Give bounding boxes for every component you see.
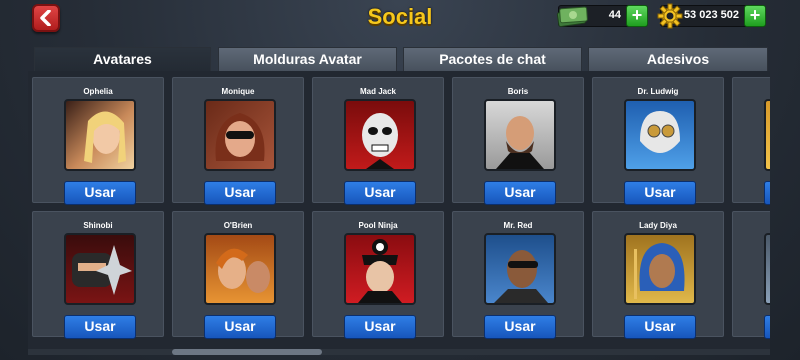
avatar-card (732, 211, 770, 339)
avatar-portrait[interactable] (764, 233, 770, 305)
scrollbar-thumb[interactable] (172, 349, 322, 355)
avatar-name: Shinobi (83, 221, 113, 230)
tab-molduras-avatar[interactable]: Molduras Avatar (218, 47, 397, 71)
use-button[interactable]: Usar (204, 181, 276, 205)
use-button[interactable]: Usar (344, 181, 416, 205)
avatar-name: Dr. Ludwig (637, 87, 679, 96)
avatar-card (732, 77, 770, 205)
coins-value: 53 023 502 (683, 9, 739, 21)
avatar-portrait[interactable] (64, 233, 136, 305)
avatar-portrait[interactable] (624, 233, 696, 305)
avatar-name: Ophelia (83, 87, 113, 96)
avatar-portrait[interactable] (484, 99, 556, 171)
horizontal-scrollbar[interactable] (28, 349, 770, 355)
use-button[interactable]: Usar (204, 315, 276, 339)
avatar-portrait[interactable] (204, 233, 276, 305)
avatar-card: Pool Ninja Usar (312, 211, 444, 339)
avatar-portrait[interactable] (64, 99, 136, 171)
use-button[interactable] (764, 315, 770, 339)
avatar-portrait[interactable] (204, 99, 276, 171)
avatar-card: Ophelia Usar (32, 77, 164, 205)
avatar-name: Boris (507, 87, 529, 96)
use-button[interactable]: Usar (624, 315, 696, 339)
coin-gear-icon (657, 3, 683, 29)
cash-counter: 44 + (556, 5, 648, 27)
tab-bar: Avatares Molduras Avatar Pacotes de chat… (34, 47, 768, 73)
tab-avatares[interactable]: Avatares (34, 47, 211, 73)
cash-icon (556, 6, 588, 27)
use-button[interactable]: Usar (344, 315, 416, 339)
coins-counter: 53 023 502 + (657, 3, 766, 29)
use-button[interactable]: Usar (64, 181, 136, 205)
use-button[interactable]: Usar (484, 315, 556, 339)
tab-adesivos[interactable]: Adesivos (588, 47, 768, 71)
use-button[interactable]: Usar (484, 181, 556, 205)
avatar-portrait[interactable] (484, 233, 556, 305)
avatar-card: Dr. Ludwig Usar (592, 77, 724, 205)
avatar-card: Shinobi Usar (32, 211, 164, 339)
avatar-name: Pool Ninja (358, 221, 398, 230)
avatar-card: Mr. Red Usar (452, 211, 584, 339)
avatar-portrait[interactable] (624, 99, 696, 171)
avatar-portrait[interactable] (344, 233, 416, 305)
avatar-name: Mad Jack (359, 87, 397, 96)
use-button[interactable]: Usar (624, 181, 696, 205)
use-button[interactable]: Usar (64, 315, 136, 339)
avatar-name: Mr. Red (503, 221, 533, 230)
avatar-name: O'Brien (223, 221, 253, 230)
use-button[interactable] (764, 181, 770, 205)
tab-pacotes-de-chat[interactable]: Pacotes de chat (403, 47, 582, 71)
avatar-card: O'Brien Usar (172, 211, 304, 339)
avatar-portrait[interactable] (764, 99, 770, 171)
add-coins-button[interactable]: + (744, 5, 766, 27)
avatar-name: Lady Diya (639, 221, 677, 230)
avatar-name: Monique (221, 87, 255, 96)
avatar-grid[interactable]: Ophelia Usar Monique Usar Mad Jack Usar … (28, 71, 770, 349)
avatar-portrait[interactable] (344, 99, 416, 171)
cash-value: 44 (608, 9, 621, 21)
avatar-card: Monique Usar (172, 77, 304, 205)
add-cash-button[interactable]: + (626, 5, 648, 27)
avatar-card: Boris Usar (452, 77, 584, 205)
avatar-card: Lady Diya Usar (592, 211, 724, 339)
avatar-card: Mad Jack Usar (312, 77, 444, 205)
